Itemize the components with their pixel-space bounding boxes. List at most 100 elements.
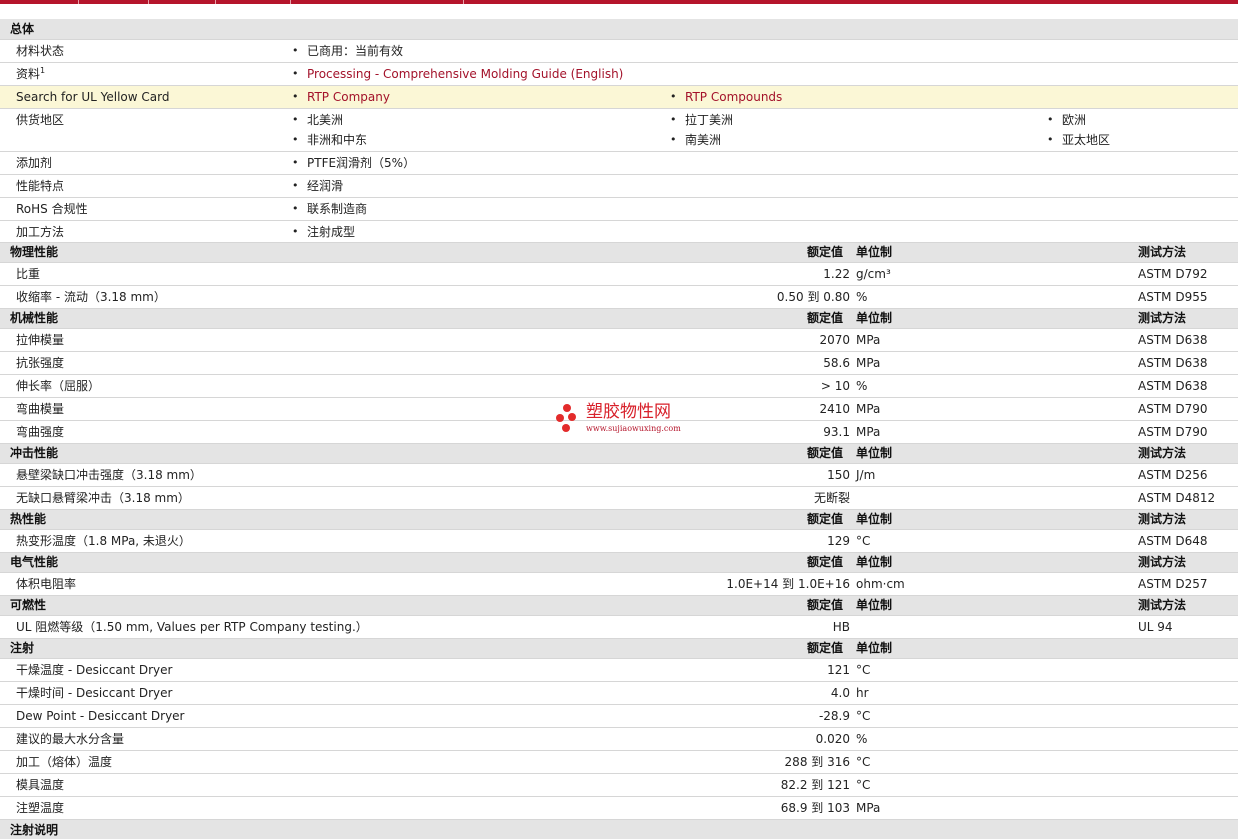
property-row: 拉伸模量 2070 MPa ASTM D638 <box>0 329 1238 352</box>
info-row-processing-method: 加工方法 注射成型 <box>0 221 1238 243</box>
property-unit: °C <box>856 755 871 769</box>
property-value: HB <box>832 620 850 634</box>
region-item: 北美洲 <box>292 110 343 130</box>
property-label: 干燥温度 - Desiccant Dryer <box>16 663 173 677</box>
row-value: 已商用：当前有效 <box>292 41 403 61</box>
col-header-unit: 单位制 <box>856 512 893 526</box>
test-method: ASTM D638 <box>1138 333 1208 347</box>
col-header-method: 测试方法 <box>1138 512 1187 526</box>
property-unit: °C <box>856 663 871 677</box>
top-nav-bar <box>0 0 1238 4</box>
processing-guide-link[interactable]: Processing - Comprehensive Molding Guide… <box>292 64 623 84</box>
property-value: 58.6 <box>823 356 850 370</box>
section-header-injection-notes: 注射说明 <box>0 820 1238 839</box>
row-label: 加工方法 <box>16 225 65 239</box>
property-row: 伸长率（屈服） > 10% ASTM D638 <box>0 375 1238 398</box>
test-method: ASTM D790 <box>1138 425 1208 439</box>
property-value: 93.1 <box>823 425 850 439</box>
property-label: UL 阻燃等级（1.50 mm, Values per RTP Company … <box>16 620 368 634</box>
property-unit: hr <box>856 686 869 700</box>
section-title: 总体 <box>10 22 35 36</box>
col-header-unit: 单位制 <box>856 598 893 612</box>
property-unit: °C <box>856 709 871 723</box>
property-value: 0.020 <box>815 732 850 746</box>
info-row-ul-yellow-card: Search for UL Yellow Card RTP Company RT… <box>0 86 1238 109</box>
property-label: 无缺口悬臂梁冲击（3.18 mm） <box>16 491 190 505</box>
section-title: 电气性能 <box>10 555 59 569</box>
property-label: 抗张强度 <box>16 356 65 370</box>
region-item: 南美洲 <box>670 130 721 150</box>
row-label: 添加剂 <box>16 156 53 170</box>
property-unit: °C <box>856 534 871 548</box>
property-label: 弯曲强度 <box>16 425 65 439</box>
property-unit: °C <box>856 778 871 792</box>
footnote-marker: 1 <box>40 66 46 75</box>
property-unit: MPa <box>856 356 881 370</box>
property-row: 悬壁梁缺口冲击强度（3.18 mm） 150 J/m ASTM D256 <box>0 464 1238 487</box>
property-value: 82.2 到 121 <box>780 778 850 792</box>
property-unit: ohm·cm <box>856 577 905 591</box>
info-row-supply-regions: 供货地区 北美洲 拉丁美洲 欧洲 非洲和中东 南美洲 亚太地区 <box>0 109 1238 152</box>
section-title: 机械性能 <box>10 311 59 325</box>
property-unit: g/cm³ <box>856 267 891 281</box>
col-header-nominal: 额定值 <box>807 555 844 569</box>
row-value: 联系制造商 <box>292 199 367 219</box>
property-row: 建议的最大水分含量 0.020% <box>0 728 1238 751</box>
nav-separator <box>290 0 291 4</box>
property-value: 1.22 <box>823 267 850 281</box>
property-row: 模具温度 82.2 到 121 °C <box>0 774 1238 797</box>
test-method: ASTM D792 <box>1138 267 1208 281</box>
col-header-unit: 单位制 <box>856 555 893 569</box>
property-value: 288 到 316 <box>784 755 850 769</box>
property-row: 体积电阻率 1.0E+14 到 1.0E+16 ohm·cm ASTM D257 <box>0 573 1238 596</box>
property-label: 拉伸模量 <box>16 333 65 347</box>
info-row-documents: 资料1 Processing - Comprehensive Molding G… <box>0 63 1238 86</box>
test-method: ASTM D257 <box>1138 577 1208 591</box>
property-value: 129 <box>827 534 850 548</box>
info-row-additive: 添加剂 PTFE润滑剂（5%） <box>0 152 1238 175</box>
region-item: 拉丁美洲 <box>670 110 733 130</box>
row-label: 供货地区 <box>16 113 65 127</box>
col-header-method: 测试方法 <box>1138 598 1187 612</box>
property-unit: % <box>856 379 868 393</box>
property-value: 2410 <box>819 402 850 416</box>
property-row: UL 阻燃等级（1.50 mm, Values per RTP Company … <box>0 616 1238 639</box>
property-row: 加工（熔体）温度 288 到 316 °C <box>0 751 1238 774</box>
col-header-unit: 单位制 <box>856 446 893 460</box>
col-header-nominal: 额定值 <box>807 641 844 655</box>
test-method: ASTM D955 <box>1138 290 1208 304</box>
property-value: -28.9 <box>818 709 850 723</box>
section-header-physical: 物理性能 额定值 单位制 测试方法 <box>0 243 1238 263</box>
property-value: 68.9 到 103 <box>780 801 850 815</box>
section-title: 热性能 <box>10 512 47 526</box>
property-label: 收缩率 - 流动（3.18 mm） <box>16 290 166 304</box>
row-label: 材料状态 <box>16 44 65 58</box>
col-header-nominal: 额定值 <box>807 245 844 259</box>
property-unit: MPa <box>856 801 881 815</box>
property-row: 干燥时间 - Desiccant Dryer 4.0 hr <box>0 682 1238 705</box>
property-row: 比重 1.22 g/cm³ ASTM D792 <box>0 263 1238 286</box>
property-label: 模具温度 <box>16 778 65 792</box>
col-header-nominal: 额定值 <box>807 446 844 460</box>
rtp-compounds-link[interactable]: RTP Compounds <box>670 87 782 107</box>
test-method: ASTM D638 <box>1138 379 1208 393</box>
test-method: ASTM D638 <box>1138 356 1208 370</box>
row-label: 资料1 <box>16 66 46 82</box>
section-title: 冲击性能 <box>10 446 59 460</box>
col-header-method: 测试方法 <box>1138 555 1187 569</box>
property-row: 热变形温度（1.8 MPa, 未退火） 129 °C ASTM D648 <box>0 530 1238 553</box>
col-header-method: 测试方法 <box>1138 245 1187 259</box>
col-header-method: 测试方法 <box>1138 311 1187 325</box>
section-header-mechanical: 机械性能 额定值 单位制 测试方法 <box>0 309 1238 329</box>
section-header-injection: 注射 额定值 单位制 <box>0 639 1238 659</box>
col-header-nominal: 额定值 <box>807 512 844 526</box>
property-unit: % <box>856 290 868 304</box>
property-unit: MPa <box>856 333 881 347</box>
section-header-flammability: 可燃性 额定值 单位制 测试方法 <box>0 596 1238 616</box>
property-value: 150 <box>827 468 850 482</box>
info-row-rohs: RoHS 合规性 联系制造商 <box>0 198 1238 221</box>
row-label: Search for UL Yellow Card <box>16 90 170 104</box>
section-header-electrical: 电气性能 额定值 单位制 测试方法 <box>0 553 1238 573</box>
rtp-company-link[interactable]: RTP Company <box>292 87 390 107</box>
property-row: 收缩率 - 流动（3.18 mm） 0.50 到 0.80% ASTM D955 <box>0 286 1238 309</box>
